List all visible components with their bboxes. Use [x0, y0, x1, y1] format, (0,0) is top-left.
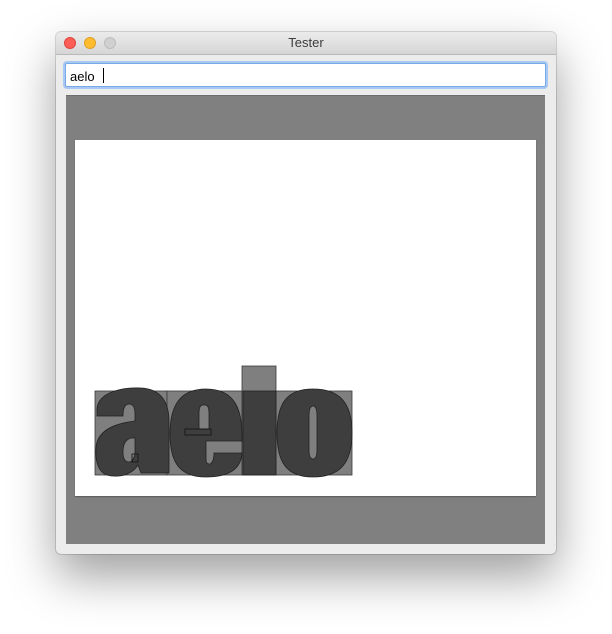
glyph-outline-e: [169, 388, 243, 478]
text-input[interactable]: aelo: [65, 63, 546, 87]
glyph-outline-a: [95, 387, 170, 477]
title-bar[interactable]: Tester: [56, 32, 556, 55]
glyph-canvas: [75, 140, 536, 496]
glyph-outline-l: [242, 390, 277, 476]
tester-window: Tester aelo: [56, 32, 556, 554]
text-input-value: aelo: [70, 69, 95, 84]
text-caret: [103, 68, 104, 83]
window-title: Tester: [288, 35, 324, 50]
glyph-preview-area: [66, 95, 545, 544]
glyph-render: [94, 365, 353, 478]
